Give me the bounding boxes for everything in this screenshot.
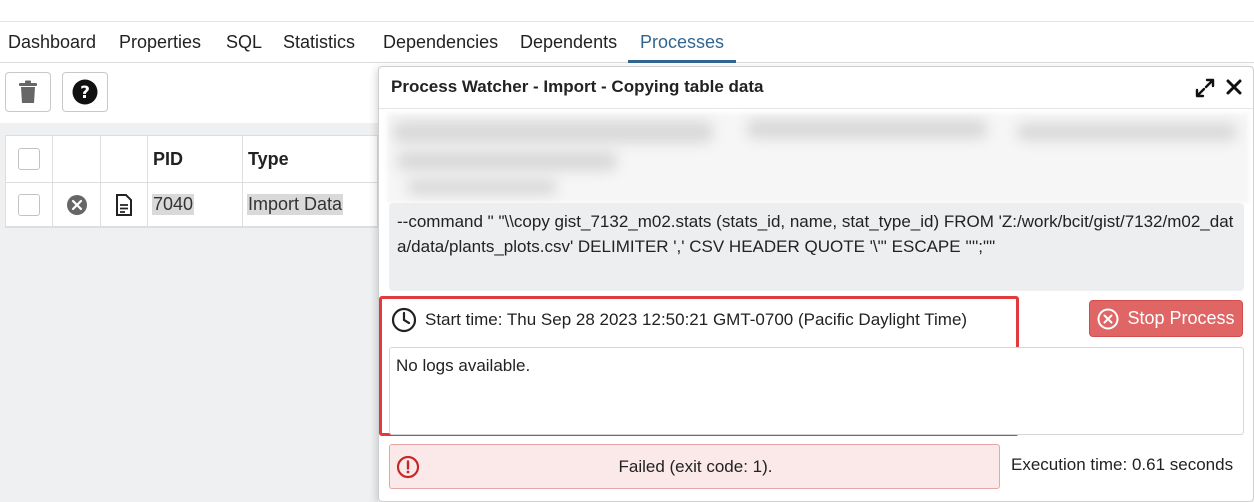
tab-processes[interactable]: Processes — [628, 22, 737, 63]
start-time-row: Start time: Thu Sep 28 2023 12:50:21 GMT… — [391, 307, 967, 333]
type-value: Import Data — [247, 194, 344, 215]
help-icon: ? — [72, 79, 98, 105]
stop-process-button[interactable]: Stop Process — [1089, 300, 1243, 337]
row-details-cell — [101, 183, 148, 227]
row-checkbox[interactable] — [18, 193, 40, 216]
log-text: No logs available. — [396, 356, 531, 375]
document-icon[interactable] — [115, 193, 133, 216]
tab-dependencies[interactable]: Dependencies — [383, 22, 498, 63]
log-output[interactable]: No logs available. — [389, 347, 1244, 435]
top-strip — [0, 0, 1254, 22]
delete-button[interactable] — [5, 72, 51, 112]
tab-sql[interactable]: SQL — [226, 22, 262, 63]
start-time-text: Start time: Thu Sep 28 2023 12:50:21 GMT… — [425, 310, 968, 329]
header-type[interactable]: Type — [243, 136, 379, 183]
tab-dependents[interactable]: Dependents — [520, 22, 617, 63]
execution-time: Execution time: 0.61 seconds — [1011, 455, 1234, 474]
select-all-checkbox[interactable] — [18, 148, 40, 170]
header-action-cell — [53, 136, 101, 183]
tab-dashboard[interactable]: Dashboard — [8, 22, 96, 63]
row-type: Import Data — [243, 183, 379, 227]
svg-text:?: ? — [80, 83, 90, 103]
pid-value: 7040 — [152, 194, 195, 215]
stop-process-label: Stop Process — [1127, 308, 1235, 328]
status-text: Failed (exit code: 1). — [618, 457, 773, 476]
process-watcher-dialog: Process Watcher - Import - Copying table… — [378, 66, 1254, 502]
redacted-details — [387, 113, 1249, 203]
help-button[interactable]: ? — [62, 72, 108, 112]
pgadmin-window: Dashboard Properties SQL Statistics Depe… — [0, 0, 1254, 502]
dialog-title: Process Watcher - Import - Copying table… — [391, 77, 764, 96]
header-pid[interactable]: PID — [148, 136, 243, 183]
trash-icon — [19, 80, 37, 103]
processes-grid: PID Type 7040 Import Data — [5, 135, 379, 228]
close-icon[interactable] — [1223, 76, 1245, 98]
tab-properties[interactable]: Properties — [119, 22, 201, 63]
processes-toolbar: ? — [0, 63, 378, 123]
row-pid: 7040 — [148, 183, 243, 227]
header-select-cell — [6, 136, 53, 183]
status-failed-banner: Failed (exit code: 1). — [389, 444, 1000, 489]
row-select-cell — [6, 183, 53, 227]
maximize-icon[interactable] — [1194, 77, 1216, 99]
cancel-circle-icon[interactable] — [66, 194, 88, 216]
command-text: --command " "\\copy gist_7132_m02.stats … — [389, 203, 1244, 291]
header-details-cell — [101, 136, 148, 183]
tab-statistics[interactable]: Statistics — [283, 22, 355, 63]
tab-bar: Dashboard Properties SQL Statistics Depe… — [0, 22, 1254, 63]
cancel-circle-icon — [1097, 308, 1119, 329]
row-cancel-cell — [53, 183, 101, 227]
clock-icon — [391, 307, 417, 333]
